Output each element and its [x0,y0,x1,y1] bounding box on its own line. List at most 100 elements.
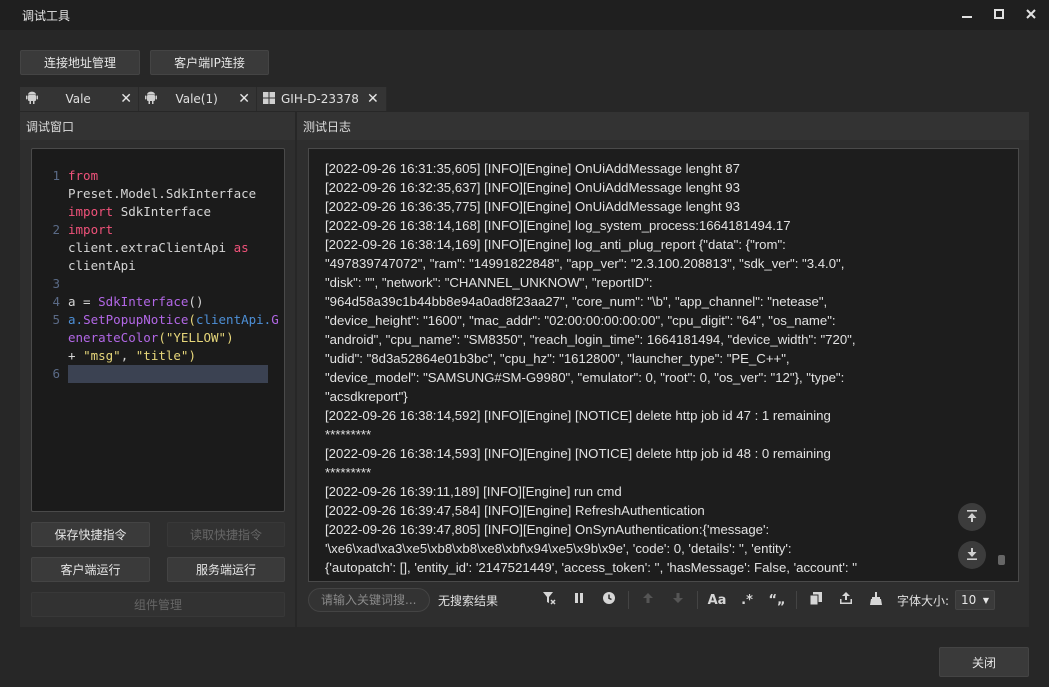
prev-match-button[interactable] [633,588,663,612]
export-log-button[interactable] [831,588,861,612]
save-shortcut-button[interactable]: 保存快捷指令 [31,522,150,547]
arrow-up-to-top-icon [966,509,978,525]
copy-log-button[interactable] [801,588,831,612]
tab-label: Vale [65,92,91,106]
test-log-header: 测试日志 [297,112,1029,140]
code-text: ) [188,348,196,363]
log-line: [2022-09-26 16:38:14,593] [INFO][Engine]… [325,446,831,480]
chevron-down-icon: ▼ [982,595,990,605]
connection-manage-button[interactable]: 连接地址管理 [20,50,140,75]
module-name: Preset.Model.SdkInterface [68,186,257,201]
line-number: 5 [52,312,60,327]
window-title: 调试工具 [22,8,71,23]
code-line: 2 import client.extraClientApi as clientAp… [32,221,284,275]
title-bar: 调试工具 [0,0,1049,30]
broom-icon [870,591,882,609]
keyword: as [233,240,249,255]
scrollbar-thumb[interactable] [998,555,1005,565]
string-literal: "YELLOW" [165,330,227,345]
regex-button[interactable]: .* [732,588,762,612]
tab-gih-d-23378[interactable]: GIH-D-23378 ✕ [257,87,387,111]
font-size-value: 10 [961,593,977,607]
maximize-button[interactable] [988,5,1010,25]
quote-icon: “„ [768,592,786,608]
function-name: SdkInterface [98,294,189,309]
android-icon [145,91,157,107]
client-run-button[interactable]: 客户端运行 [31,557,150,582]
argument-name: clientApi. [195,312,272,327]
current-line-highlight [68,365,268,383]
log-line: [2022-09-26 16:32:35,637] [INFO][Engine]… [325,180,740,195]
clock-icon [602,591,616,609]
whole-word-button[interactable]: “„ [762,588,792,612]
line-number: 2 [52,222,60,237]
upload-icon [840,592,852,608]
log-line: [2022-09-26 16:38:14,169] [INFO][Engine]… [325,237,856,404]
toolbar-divider [628,591,629,609]
tab-vale[interactable]: Vale ✕ [20,87,139,111]
tab-close-icon[interactable]: ✕ [367,91,379,107]
log-line: [2022-09-26 16:38:14,168] [INFO][Engine]… [325,218,791,233]
arrow-down-to-bottom-icon [966,547,978,563]
code-text: ( [188,312,196,327]
line-number: 6 [52,366,60,381]
arrow-down-icon [672,592,684,608]
toolbar-divider [796,591,797,609]
device-tab-bar: Vale ✕ Vale(1) ✕ GIH-D-23378 ✕ [20,87,387,111]
code-text: a. [68,312,84,327]
debug-window-header: 调试窗口 [20,112,295,140]
font-size-select[interactable]: 10 ▼ [955,590,996,610]
alias-name: clientApi [68,258,136,273]
function-name: SetPopupNotice [83,312,189,327]
toolbar-divider [697,591,698,609]
match-case-button[interactable]: Aa [702,588,732,612]
scroll-to-top-button[interactable] [958,503,986,531]
copy-icon [809,591,822,609]
search-result-text: 无搜索结果 [438,593,499,608]
log-line: [2022-09-26 16:39:47,805] [INFO][Engine]… [325,522,858,575]
code-editor[interactable]: 1 from Preset.Model.SdkInterface import Sd… [31,148,285,512]
string-literal: "title" [135,348,189,363]
android-icon [26,91,38,107]
line-number: 1 [52,168,60,183]
search-input[interactable] [308,588,430,612]
window-close-button[interactable] [1020,5,1042,25]
code-line-current: 6 [32,365,284,383]
log-line: [2022-09-26 16:39:47,584] [INFO][Engine]… [325,503,705,518]
close-button[interactable]: 关闭 [939,647,1029,677]
maximize-icon [994,8,1004,22]
code-text: () [188,294,204,309]
tab-close-icon[interactable]: ✕ [120,91,132,107]
line-number: 4 [52,294,60,309]
filter-clear-button[interactable] [534,588,564,612]
code-line: 4 a = SdkInterface() [32,293,284,311]
code-text: + [68,348,84,363]
arrow-up-icon [642,592,654,608]
tab-close-icon[interactable]: ✕ [238,91,250,107]
code-text: a = [68,294,99,309]
component-manage-button[interactable]: 组件管理 [31,592,285,617]
read-shortcut-button[interactable]: 读取快捷指令 [167,522,285,547]
next-match-button[interactable] [663,588,693,612]
tab-vale-1[interactable]: Vale(1) ✕ [139,87,257,111]
log-line: [2022-09-26 16:36:35,775] [INFO][Engine]… [325,199,740,214]
code-text: , [120,348,136,363]
code-line: 1 from Preset.Model.SdkInterface import Sd… [32,167,284,221]
match-case-icon: Aa [707,592,727,608]
tab-label: GIH-D-23378 [281,92,359,106]
regex-icon: .* [741,592,753,608]
filter-icon [542,591,556,609]
scroll-to-bottom-button[interactable] [958,541,986,569]
pause-button[interactable] [564,588,594,612]
log-output[interactable]: [2022-09-26 16:31:35,605] [INFO][Engine]… [308,148,1019,582]
keyword: import [68,204,114,219]
code-text: ( [158,330,166,345]
minimize-button[interactable] [956,5,978,25]
tab-label: Vale(1) [175,92,218,106]
server-run-button[interactable]: 服务端运行 [167,557,285,582]
history-button[interactable] [594,588,624,612]
clear-log-button[interactable] [861,588,891,612]
module-name: client.extraClientApi [68,240,227,255]
client-ip-connect-button[interactable]: 客户端IP连接 [150,50,269,75]
pause-icon [573,592,585,608]
